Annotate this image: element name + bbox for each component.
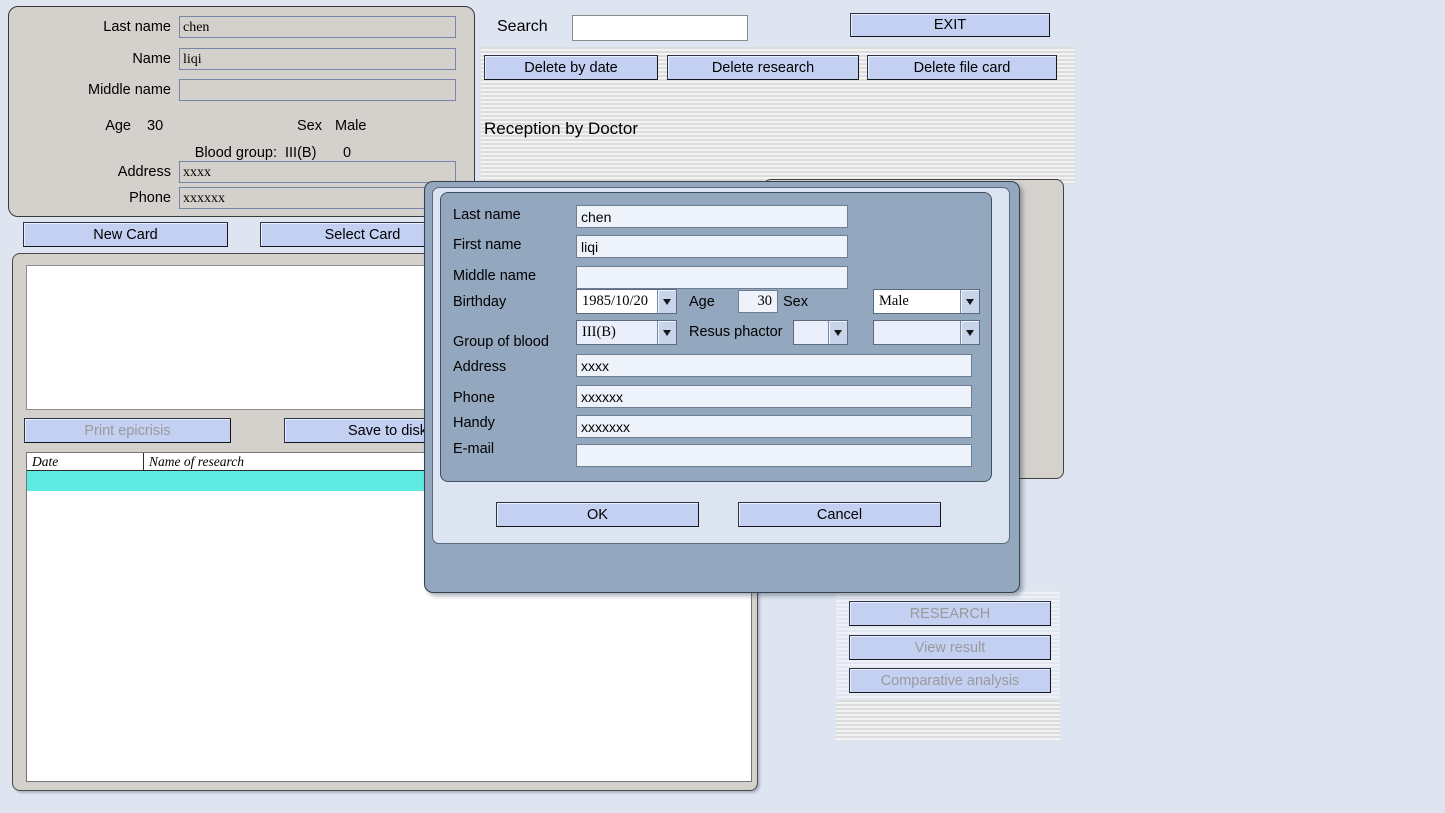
dialog-group-of-blood-value: III(B) [582, 324, 616, 340]
dialog-last-name-label: Last name [453, 207, 521, 223]
patient-blood-group-label: Blood group: [194, 145, 277, 161]
search-input[interactable] [572, 15, 748, 41]
dialog-first-name-input[interactable]: liqi [576, 235, 848, 258]
dialog-middle-name-input[interactable] [576, 266, 848, 289]
ok-button[interactable]: OK [496, 502, 699, 527]
chevron-down-icon[interactable] [828, 321, 847, 344]
delete-file-card-button[interactable]: Delete file card [867, 55, 1057, 80]
research-button[interactable]: RESEARCH [849, 601, 1051, 626]
dialog-age-label: Age [689, 294, 715, 310]
chevron-down-icon[interactable] [960, 290, 979, 313]
patient-phone-value: xxxxxx [179, 187, 456, 209]
dialog-birthday-label: Birthday [453, 294, 507, 310]
dialog-group-of-blood-combo[interactable]: III(B) [576, 320, 677, 345]
dialog-resus-extra-combo[interactable] [873, 320, 980, 345]
dialog-last-name-input[interactable]: chen [576, 205, 848, 228]
dialog-resus-phactor-combo[interactable] [793, 320, 848, 345]
patient-middle-name-label: Middle name [87, 82, 171, 98]
dialog-address-input[interactable]: xxxx [576, 354, 972, 377]
dialog-birthday-combo[interactable]: 1985/10/20 [576, 289, 677, 314]
view-result-button[interactable]: View result [849, 635, 1051, 660]
patient-address-value: xxxx [179, 161, 456, 183]
striped-background-panel-bottom [836, 700, 1060, 740]
patient-name-label: Name [132, 51, 171, 67]
delete-by-date-button[interactable]: Delete by date [484, 55, 658, 80]
dialog-resus-phactor-label: Resus phactor [689, 324, 783, 340]
edit-patient-dialog-groupbox: Last name chen First name liqi Middle na… [440, 192, 992, 482]
dialog-sex-label: Sex [783, 294, 808, 310]
chevron-down-icon[interactable] [657, 290, 676, 313]
table-col-date: Date [27, 453, 144, 471]
patient-age-label: Age [105, 118, 131, 134]
reception-by-doctor-title: Reception by Doctor [484, 119, 639, 138]
patient-name-value: liqi [179, 48, 456, 70]
patient-last-name-label: Last name [103, 19, 171, 35]
exit-button[interactable]: EXIT [850, 13, 1050, 37]
patient-resus-value: 0 [343, 145, 352, 161]
dialog-sex-combo[interactable]: Male [873, 289, 980, 314]
chevron-down-icon[interactable] [960, 321, 979, 344]
dialog-group-of-blood-label: Group of blood [453, 334, 549, 350]
patient-sex-value: Male [335, 118, 367, 134]
new-card-button[interactable]: New Card [23, 222, 228, 247]
dialog-phone-input[interactable]: xxxxxx [576, 385, 972, 408]
patient-middle-name-value [179, 79, 456, 101]
dialog-handy-input[interactable]: xxxxxxx [576, 415, 972, 438]
patient-last-name-value: chen [179, 16, 456, 38]
patient-age-value: 30 [147, 118, 164, 134]
dialog-address-label: Address [453, 359, 507, 375]
patient-blood-group-value: III(B) [285, 145, 317, 161]
delete-research-button[interactable]: Delete research [667, 55, 859, 80]
dialog-email-label: E-mail [453, 441, 495, 457]
dialog-age-input[interactable]: 30 [738, 290, 778, 313]
dialog-email-input[interactable] [576, 444, 972, 467]
dialog-phone-label: Phone [453, 390, 495, 406]
search-label: Search [497, 18, 548, 35]
comparative-analysis-button[interactable]: Comparative analysis [849, 668, 1051, 693]
patient-card-panel: Last name chen Name liqi Middle name Age… [8, 6, 475, 217]
patient-address-label: Address [117, 164, 171, 180]
patient-phone-label: Phone [129, 190, 171, 206]
chevron-down-icon[interactable] [657, 321, 676, 344]
dialog-middle-name-label: Middle name [453, 268, 537, 284]
dialog-birthday-value: 1985/10/20 [582, 293, 649, 309]
print-epicrisis-button[interactable]: Print epicrisis [24, 418, 231, 443]
dialog-first-name-label: First name [453, 237, 522, 253]
cancel-button[interactable]: Cancel [738, 502, 941, 527]
dialog-handy-label: Handy [453, 415, 495, 431]
patient-sex-label: Sex [297, 118, 322, 134]
dialog-sex-value: Male [879, 293, 909, 309]
